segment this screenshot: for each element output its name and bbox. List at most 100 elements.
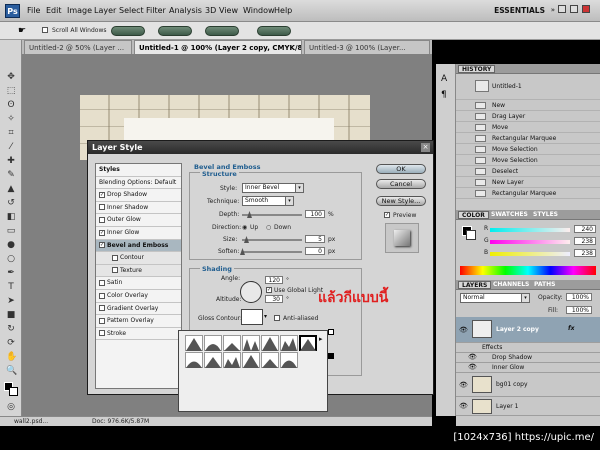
tab-layers[interactable]: LAYERS: [458, 281, 492, 289]
tab-styles[interactable]: STYLES: [530, 211, 561, 219]
checkbox[interactable]: ✓: [99, 242, 105, 249]
close-icon[interactable]: ×: [421, 143, 430, 152]
ok-button[interactable]: OK: [376, 164, 426, 174]
color-spectrum[interactable]: [460, 266, 596, 275]
hand-tool-icon[interactable]: ✋: [6, 352, 17, 362]
history-item[interactable]: Drag Layer: [456, 111, 600, 122]
style-item[interactable]: Gradient Overlay: [96, 303, 181, 316]
workspace-switcher[interactable]: ESSENTIALS: [494, 6, 545, 15]
tab-untitled-1[interactable]: Untitled-1 @ 100% (Layer 2 copy, CMYK/8)…: [134, 40, 302, 54]
checkbox[interactable]: [99, 317, 105, 324]
style-item[interactable]: ✓ Inner Glow: [96, 227, 181, 240]
menu-3d[interactable]: 3D: [205, 6, 216, 15]
fx-icon[interactable]: fx: [568, 325, 574, 332]
new-style-button[interactable]: New Style...: [376, 196, 426, 206]
checkbox[interactable]: [112, 267, 118, 274]
checkbox[interactable]: [99, 204, 105, 211]
altitude-input[interactable]: 30: [265, 295, 283, 303]
healing-tool-icon[interactable]: ✚: [6, 156, 16, 166]
checkbox[interactable]: [99, 216, 105, 223]
blue-slider[interactable]: [490, 252, 570, 256]
wand-tool-icon[interactable]: ✧: [6, 114, 16, 124]
technique-select[interactable]: Smooth ▾: [242, 196, 294, 206]
tab-untitled-3[interactable]: Untitled-3 @ 100% (Layer...: [304, 40, 430, 54]
menu-edit[interactable]: Edit: [46, 6, 62, 15]
style-item[interactable]: Inner Shadow: [96, 202, 181, 215]
3d-rotate-icon[interactable]: ↻: [6, 324, 16, 334]
style-item[interactable]: Color Overlay: [96, 290, 181, 303]
eye-icon[interactable]: 👁: [459, 326, 468, 334]
layer-effect-inner-glow[interactable]: 👁 Inner Glow: [456, 363, 600, 373]
fill-input[interactable]: 100%: [566, 306, 592, 314]
tab-history[interactable]: HISTORY: [458, 65, 496, 73]
checkbox[interactable]: [99, 292, 105, 299]
size-slider[interactable]: [242, 236, 302, 243]
menu-file[interactable]: File: [27, 6, 40, 15]
background-color-swatch[interactable]: [9, 387, 18, 396]
history-item[interactable]: Rectangular Marquee: [456, 188, 600, 199]
history-item[interactable]: Move: [456, 122, 600, 133]
styles-header[interactable]: Styles: [96, 164, 181, 177]
menu-analysis[interactable]: Analysis: [169, 6, 202, 15]
eye-icon[interactable]: 👁: [459, 381, 468, 389]
close-icon[interactable]: [582, 5, 590, 13]
history-snapshot[interactable]: Untitled-1: [456, 74, 600, 100]
eraser-tool-icon[interactable]: ◧: [6, 212, 16, 222]
menu-filter[interactable]: Filter: [146, 6, 166, 15]
angle-input[interactable]: 120: [265, 276, 283, 284]
global-light-checkbox[interactable]: ✓: [266, 287, 272, 293]
crop-tool-icon[interactable]: ⌗: [6, 128, 16, 138]
style-item[interactable]: ✓ Drop Shadow: [96, 189, 181, 202]
gradient-tool-icon[interactable]: ▭: [6, 226, 16, 236]
black-swatch[interactable]: [328, 353, 334, 359]
checkbox[interactable]: [99, 279, 105, 286]
gloss-contour-preview[interactable]: [241, 309, 263, 325]
blend-mode-select[interactable]: Normal ▾: [460, 293, 530, 303]
arrow-right-icon[interactable]: ▸: [319, 335, 323, 343]
style-item[interactable]: Satin: [96, 277, 181, 290]
red-slider[interactable]: [490, 228, 570, 232]
character-panel-icon[interactable]: A: [441, 74, 447, 84]
layer-row-bg01-copy[interactable]: 👁 bg01 copy: [456, 373, 600, 397]
minimize-icon[interactable]: [558, 5, 566, 13]
menu-view[interactable]: View: [219, 6, 238, 15]
menu-image[interactable]: Image: [67, 6, 92, 15]
history-item[interactable]: Move Selection: [456, 155, 600, 166]
checkbox[interactable]: [99, 305, 105, 312]
eyedropper-tool-icon[interactable]: ⁄: [6, 142, 16, 152]
path-select-icon[interactable]: ➤: [6, 296, 16, 306]
paragraph-panel-icon[interactable]: ¶: [441, 90, 447, 100]
blur-tool-icon[interactable]: ●: [6, 240, 16, 250]
pen-tool-icon[interactable]: ✒: [6, 268, 16, 278]
depth-slider[interactable]: [242, 211, 302, 218]
zoom-tool-icon[interactable]: 🔍: [6, 366, 17, 376]
blending-options[interactable]: Blending Options: Default: [96, 177, 181, 190]
layer-row-layer-1[interactable]: 👁 Layer 1: [456, 397, 600, 416]
soften-input[interactable]: 0: [305, 247, 325, 255]
style-item[interactable]: Texture: [96, 264, 181, 278]
background-color-swatch[interactable]: [466, 230, 476, 240]
preview-checkbox[interactable]: ✓: [384, 212, 390, 218]
radio-down[interactable]: ○: [266, 224, 271, 231]
style-item[interactable]: Pattern Overlay: [96, 315, 181, 328]
print-size-button[interactable]: [257, 26, 291, 36]
brush-tool-icon[interactable]: ✎: [6, 170, 16, 180]
chevron-down-icon[interactable]: »: [551, 6, 555, 14]
menu-select[interactable]: Select: [119, 6, 144, 15]
style-item[interactable]: Stroke: [96, 328, 181, 341]
size-input[interactable]: 5: [305, 235, 325, 243]
checkbox[interactable]: ✓: [99, 229, 105, 236]
checkbox[interactable]: [99, 330, 105, 337]
eye-icon[interactable]: 👁: [459, 402, 468, 410]
scroll-all-checkbox[interactable]: [42, 27, 48, 33]
dodge-tool-icon[interactable]: ○: [6, 254, 16, 264]
tab-color[interactable]: COLOR: [458, 211, 489, 219]
style-item[interactable]: Outer Glow: [96, 214, 181, 227]
layer-effects[interactable]: Effects: [456, 343, 600, 353]
cancel-button[interactable]: Cancel: [376, 179, 426, 189]
opacity-input[interactable]: 100%: [566, 293, 592, 301]
quick-mask-icon[interactable]: ◎: [6, 402, 16, 412]
depth-input[interactable]: 100: [305, 210, 325, 218]
style-item[interactable]: Contour: [96, 252, 181, 265]
menu-help[interactable]: Help: [274, 6, 292, 15]
